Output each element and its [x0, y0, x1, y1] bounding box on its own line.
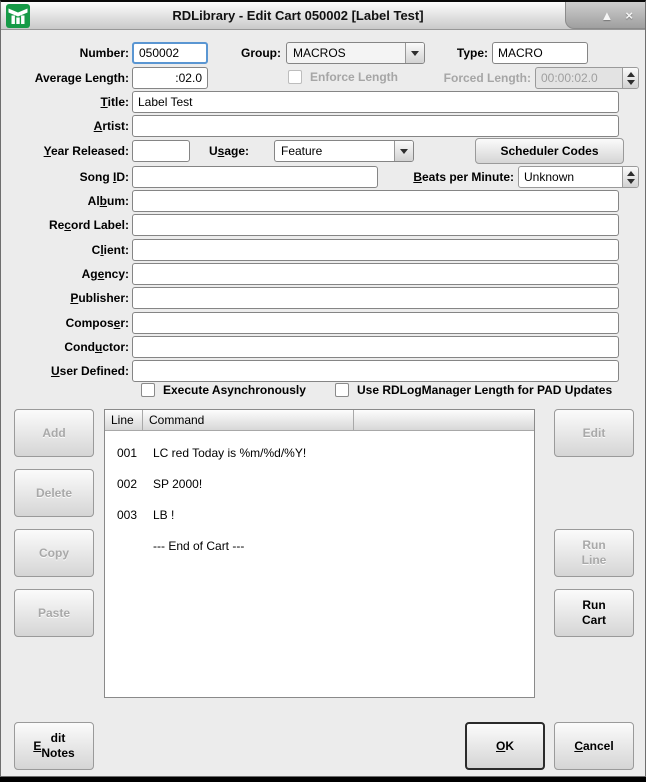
delete-button[interactable]: Delete — [14, 469, 94, 517]
group-value: MACROS — [287, 43, 405, 63]
column-header-empty[interactable] — [354, 410, 534, 431]
forced-length-spinner[interactable]: 00:00:02.0 — [535, 67, 639, 89]
album-label: Album: — [4, 190, 129, 212]
macro-command-list[interactable]: Line Command 001 LC red Today is %m/%d/%… — [104, 409, 535, 698]
song-id-label: Song ID: — [4, 166, 129, 188]
beats-per-minute-label: Beats per Minute: — [397, 166, 514, 188]
beats-per-minute-spinner[interactable]: Unknown — [518, 166, 639, 188]
copy-button[interactable]: Copy — [14, 529, 94, 577]
number-label: Number: — [4, 42, 129, 64]
average-length-input[interactable] — [132, 67, 208, 89]
column-header-line[interactable]: Line — [105, 410, 143, 431]
spinner-arrows-icon[interactable] — [622, 167, 638, 187]
scheduler-codes-button[interactable]: Scheduler Codes — [475, 138, 624, 164]
line-number: 001 — [105, 446, 143, 460]
pad-updates-checkbox[interactable] — [335, 383, 349, 397]
line-number: 003 — [105, 508, 143, 522]
forced-length-value: 00:00:02.0 — [536, 68, 622, 88]
enforce-length-checkbox[interactable] — [288, 70, 302, 84]
agency-label: Agency: — [4, 263, 129, 285]
type-label: Type: — [411, 42, 488, 64]
agency-input[interactable] — [132, 263, 619, 285]
group-select[interactable]: MACROS — [286, 42, 425, 64]
record-label-label: Record Label: — [4, 214, 129, 236]
year-released-label: Year Released: — [4, 140, 129, 162]
publisher-input[interactable] — [132, 287, 619, 309]
usage-value: Feature — [275, 141, 394, 161]
rivendell-logo-icon — [6, 4, 30, 28]
edit-cart-window: RDLibrary - Edit Cart 050002 [Label Test… — [0, 0, 646, 777]
forced-length-label: Forced Length: — [439, 67, 531, 89]
command-text: LB ! — [143, 508, 174, 522]
artist-label: Artist: — [4, 115, 129, 137]
spinner-arrows-icon[interactable] — [622, 68, 638, 88]
command-text: SP 2000! — [143, 477, 202, 491]
edit-button[interactable]: Edit — [554, 409, 634, 457]
command-text: LC red Today is %m/%d/%Y! — [143, 446, 306, 460]
conductor-input[interactable] — [132, 336, 619, 358]
close-window-icon[interactable]: × — [625, 9, 633, 22]
song-id-input[interactable] — [132, 166, 378, 188]
album-input[interactable] — [132, 190, 619, 212]
composer-label: Composer: — [4, 312, 129, 334]
command-text: --- End of Cart --- — [143, 539, 244, 553]
table-row[interactable]: 003 LB ! — [105, 499, 534, 530]
titlebar-button-group: ▲ × — [565, 2, 645, 29]
artist-input[interactable] — [132, 115, 619, 137]
cancel-button[interactable]: Cancel — [554, 722, 634, 770]
average-length-label: Average Length: — [4, 67, 129, 89]
execute-async-checkbox[interactable] — [141, 383, 155, 397]
composer-input[interactable] — [132, 312, 619, 334]
window-title: RDLibrary - Edit Cart 050002 [Label Test… — [41, 2, 555, 30]
conductor-label: Conductor: — [4, 336, 129, 358]
beats-per-minute-value: Unknown — [519, 167, 622, 187]
table-row[interactable]: 002 SP 2000! — [105, 468, 534, 499]
group-label: Group: — [181, 42, 281, 64]
execute-async-label: Execute Asynchronously — [163, 382, 306, 398]
ok-button[interactable]: OK — [465, 722, 545, 770]
type-input[interactable] — [492, 42, 588, 64]
user-defined-input[interactable] — [132, 360, 619, 382]
user-defined-label: User Defined: — [4, 360, 129, 382]
usage-label: Usage: — [171, 140, 249, 162]
enforce-length-label: Enforce Length — [310, 69, 398, 85]
paste-button[interactable]: Paste — [14, 589, 94, 637]
record-label-input[interactable] — [132, 214, 619, 236]
client-label: Client: — [4, 239, 129, 261]
column-header-command[interactable]: Command — [143, 410, 354, 431]
title-label: Title: — [4, 91, 129, 113]
add-button[interactable]: Add — [14, 409, 94, 457]
run-line-button[interactable]: Run Line — [554, 529, 634, 577]
publisher-label: Publisher: — [4, 287, 129, 309]
titlebar[interactable]: RDLibrary - Edit Cart 050002 [Label Test… — [1, 2, 645, 30]
edit-notes-button[interactable]: Edit Notes — [14, 722, 94, 770]
pad-updates-label: Use RDLogManager Length for PAD Updates — [357, 382, 612, 398]
table-row[interactable]: --- End of Cart --- — [105, 530, 534, 561]
client-input[interactable] — [132, 239, 619, 261]
shade-window-icon[interactable]: ▲ — [601, 9, 614, 22]
run-cart-button[interactable]: Run Cart — [554, 589, 634, 637]
line-number: 002 — [105, 477, 143, 491]
chevron-down-icon — [394, 141, 413, 161]
usage-select[interactable]: Feature — [274, 140, 414, 162]
table-header: Line Command — [105, 410, 534, 431]
title-input[interactable] — [132, 91, 619, 113]
table-row[interactable]: 001 LC red Today is %m/%d/%Y! — [105, 437, 534, 468]
